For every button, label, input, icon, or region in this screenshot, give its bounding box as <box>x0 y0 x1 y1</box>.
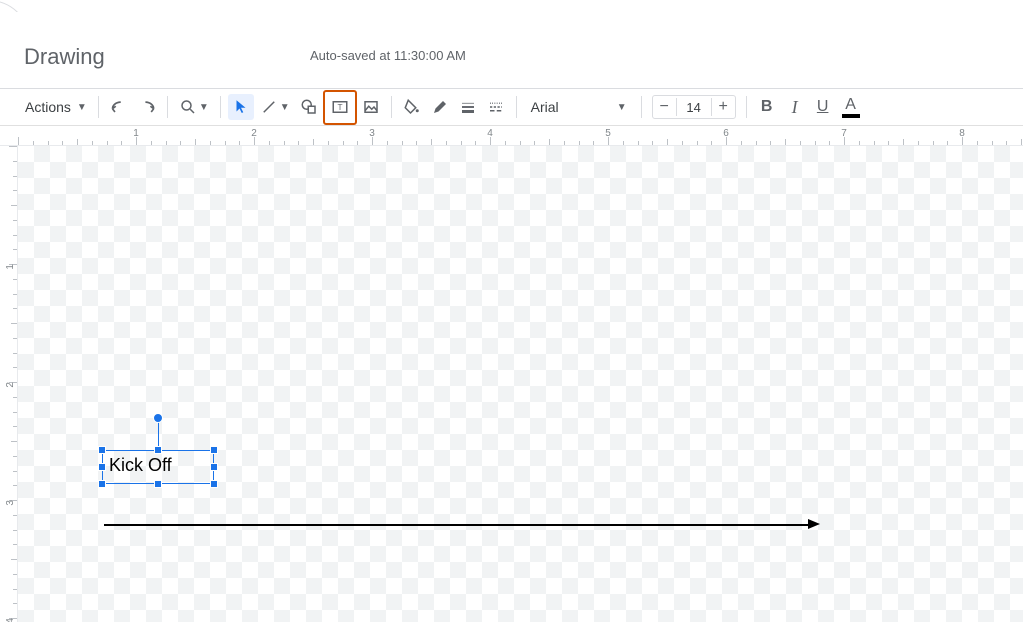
font-size-value[interactable]: 14 <box>677 100 711 115</box>
horizontal-ruler: 12345678 <box>0 126 1023 146</box>
arrow-head <box>808 519 820 529</box>
rotate-handle[interactable] <box>153 413 163 423</box>
actions-label: Actions <box>25 99 71 115</box>
redo-button[interactable] <box>134 94 160 120</box>
separator <box>391 96 392 118</box>
shape-tool[interactable] <box>296 94 322 120</box>
separator <box>167 96 168 118</box>
actions-menu[interactable]: Actions ▼ <box>21 94 91 120</box>
dialog-title: Drawing <box>24 44 105 70</box>
select-tool[interactable] <box>228 94 254 120</box>
zoom-button[interactable]: ▼ <box>175 94 213 120</box>
undo-button[interactable] <box>106 94 132 120</box>
undo-icon <box>110 98 128 116</box>
header: Drawing Auto-saved at 11:30:00 AM <box>0 0 1023 88</box>
font-select[interactable]: Arial ▼ <box>523 99 635 115</box>
zoom-icon <box>179 98 197 116</box>
caret-icon: ▼ <box>77 102 87 113</box>
font-size-group: − 14 + <box>652 95 736 119</box>
underline-button[interactable]: U <box>810 94 836 120</box>
textbox-content[interactable]: Kick Off <box>103 451 213 480</box>
drawing-canvas[interactable]: Kick Off <box>18 146 1023 622</box>
separator <box>98 96 99 118</box>
image-icon <box>362 98 380 116</box>
font-name: Arial <box>531 99 559 115</box>
text-color-icon: A <box>842 97 860 118</box>
italic-button[interactable]: I <box>782 94 808 120</box>
shape-icon <box>300 98 318 116</box>
image-tool[interactable] <box>358 94 384 120</box>
vertical-ruler: 1234 <box>0 146 18 622</box>
text-color-button[interactable]: A <box>838 94 864 120</box>
resize-handle-tr[interactable] <box>210 446 218 454</box>
font-size-decrement[interactable]: − <box>653 98 677 116</box>
border-color-button[interactable] <box>427 94 453 120</box>
separator <box>746 96 747 118</box>
fill-color-button[interactable] <box>399 94 425 120</box>
svg-text:T: T <box>337 103 342 112</box>
caret-icon: ▼ <box>280 102 290 113</box>
textbox-tool-highlight: T <box>323 90 357 125</box>
resize-handle-bl[interactable] <box>98 480 106 488</box>
dash-icon <box>487 98 505 116</box>
separator <box>220 96 221 118</box>
separator <box>641 96 642 118</box>
line-tool[interactable]: ▼ <box>256 94 294 120</box>
border-dash-button[interactable] <box>483 94 509 120</box>
rotate-line <box>158 421 159 446</box>
tab-corner <box>0 0 38 12</box>
autosave-status: Auto-saved at 11:30:00 AM <box>310 48 466 63</box>
resize-handle-tc[interactable] <box>154 446 162 454</box>
arrow-line[interactable] <box>104 524 808 526</box>
font-size-increment[interactable]: + <box>711 98 735 116</box>
caret-icon: ▼ <box>617 102 627 113</box>
weight-icon <box>459 98 477 116</box>
pen-icon <box>431 98 449 116</box>
cursor-icon <box>232 98 250 116</box>
resize-handle-br[interactable] <box>210 480 218 488</box>
paint-bucket-icon <box>403 98 421 116</box>
toolbar: Actions ▼ ▼ ▼ T <box>0 88 1023 126</box>
redo-icon <box>138 98 156 116</box>
separator <box>516 96 517 118</box>
textbox-selected[interactable]: Kick Off <box>102 450 214 484</box>
bold-button[interactable]: B <box>754 94 780 120</box>
textbox-tool[interactable]: T <box>327 94 353 120</box>
resize-handle-tl[interactable] <box>98 446 106 454</box>
resize-handle-bc[interactable] <box>154 480 162 488</box>
textbox-icon: T <box>331 98 349 116</box>
resize-handle-ml[interactable] <box>98 463 106 471</box>
border-weight-button[interactable] <box>455 94 481 120</box>
resize-handle-mr[interactable] <box>210 463 218 471</box>
caret-icon: ▼ <box>199 102 209 113</box>
line-icon <box>260 98 278 116</box>
